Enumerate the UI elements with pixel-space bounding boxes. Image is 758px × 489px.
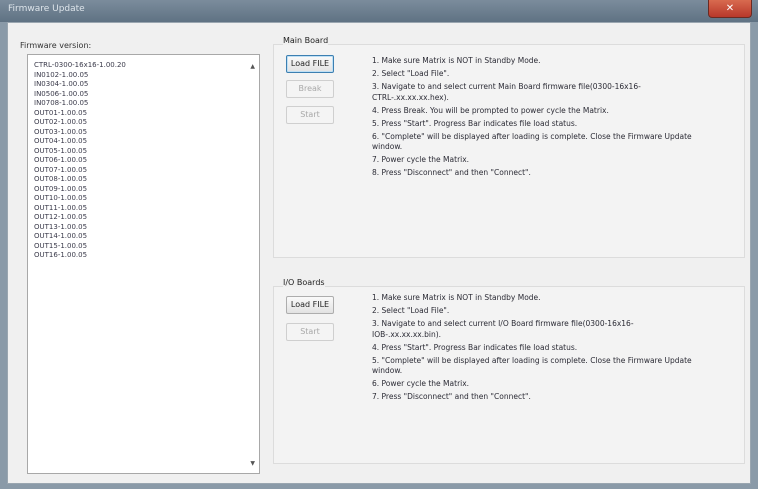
instruction-step: 4. Press "Start". Progress Bar indicates… bbox=[372, 342, 578, 352]
firmware-list-item[interactable]: OUT13-1.00.05 bbox=[34, 223, 234, 233]
firmware-list-item[interactable]: OUT16-1.00.05 bbox=[34, 251, 234, 261]
instruction-step: 5. "Complete" will be displayed after lo… bbox=[372, 355, 692, 376]
scroll-up-icon[interactable]: ▲ bbox=[250, 63, 255, 70]
instruction-step: 3. Navigate to and select current Main B… bbox=[372, 82, 641, 102]
instruction-step: 8. Press "Disconnect" and then "Connect"… bbox=[372, 168, 531, 177]
instruction-step: 5. Press "Start". Progress Bar indicates… bbox=[372, 118, 578, 128]
instruction-step: 1. Make sure Matrix is NOT in Standby Mo… bbox=[372, 293, 541, 302]
firmware-list-item[interactable]: CTRL-0300-16x16-1.00.20 bbox=[34, 61, 234, 71]
firmware-version-items: CTRL-0300-16x16-1.00.20 IN0102-1.00.05 IN0… bbox=[34, 61, 234, 261]
main-board-instructions: 1. Make sure Matrix is NOT in Standby Mo… bbox=[372, 56, 702, 181]
firmware-list-item[interactable]: OUT02-1.00.05 bbox=[34, 118, 234, 128]
firmware-update-window: Firmware Update ✕ Firmware version: CTRL… bbox=[0, 0, 758, 489]
instruction-step: 2. Select "Load File". bbox=[372, 69, 450, 78]
instruction-step: 3. Navigate to and select current I/O Bo… bbox=[372, 319, 634, 339]
firmware-version-label: Firmware version: bbox=[20, 41, 92, 50]
firmware-list-item[interactable]: OUT07-1.00.05 bbox=[34, 166, 234, 176]
instruction-step: 7. Power cycle the Matrix. bbox=[372, 155, 470, 164]
title-bar[interactable]: Firmware Update ✕ bbox=[0, 0, 758, 22]
window-title: Firmware Update bbox=[8, 4, 85, 14]
firmware-list-item[interactable]: IN0304-1.00.05 bbox=[34, 80, 234, 90]
io-load-file-button[interactable]: Load FILE bbox=[286, 296, 334, 314]
main-start-button[interactable]: Start bbox=[286, 106, 334, 124]
firmware-list-item[interactable]: OUT10-1.00.05 bbox=[34, 194, 234, 204]
firmware-list-item[interactable]: OUT08-1.00.05 bbox=[34, 175, 234, 185]
firmware-list-item[interactable]: OUT15-1.00.05 bbox=[34, 242, 234, 252]
scroll-down-icon[interactable]: ▼ bbox=[250, 460, 255, 467]
close-button[interactable]: ✕ bbox=[708, 0, 752, 18]
firmware-list-item[interactable]: OUT03-1.00.05 bbox=[34, 128, 234, 138]
instruction-step: 1. Make sure Matrix is NOT in Standby Mo… bbox=[372, 56, 541, 65]
firmware-list-item[interactable]: OUT05-1.00.05 bbox=[34, 147, 234, 157]
instruction-step: 4. Press Break. You will be prompted to … bbox=[372, 105, 609, 115]
main-board-title: Main Board bbox=[283, 36, 329, 45]
io-boards-instructions: 1. Make sure Matrix is NOT in Standby Mo… bbox=[372, 293, 702, 405]
firmware-list-item[interactable]: OUT01-1.00.05 bbox=[34, 109, 234, 119]
io-start-button[interactable]: Start bbox=[286, 323, 334, 341]
firmware-list-item[interactable]: OUT04-1.00.05 bbox=[34, 137, 234, 147]
firmware-list-item[interactable]: OUT06-1.00.05 bbox=[34, 156, 234, 166]
firmware-list-item[interactable]: OUT09-1.00.05 bbox=[34, 185, 234, 195]
main-break-button[interactable]: Break bbox=[286, 80, 334, 98]
main-load-file-button[interactable]: Load FILE bbox=[286, 55, 334, 73]
io-boards-title: I/O Boards bbox=[283, 278, 325, 287]
firmware-version-list[interactable]: CTRL-0300-16x16-1.00.20 IN0102-1.00.05 IN0… bbox=[27, 54, 260, 474]
instruction-step: 6. "Complete" will be displayed after lo… bbox=[372, 131, 692, 152]
firmware-list-item[interactable]: IN0102-1.00.05 bbox=[34, 71, 234, 81]
firmware-list-item[interactable]: OUT12-1.00.05 bbox=[34, 213, 234, 223]
firmware-list-item[interactable]: IN0708-1.00.05 bbox=[34, 99, 234, 109]
firmware-list-item[interactable]: OUT14-1.00.05 bbox=[34, 232, 234, 242]
instruction-step: 6. Power cycle the Matrix. bbox=[372, 379, 470, 388]
instruction-step: 2. Select "Load File". bbox=[372, 306, 450, 315]
firmware-list-item[interactable]: IN0506-1.00.05 bbox=[34, 90, 234, 100]
firmware-list-item[interactable]: OUT11-1.00.05 bbox=[34, 204, 234, 214]
instruction-step: 7. Press "Disconnect" and then "Connect"… bbox=[372, 392, 531, 401]
